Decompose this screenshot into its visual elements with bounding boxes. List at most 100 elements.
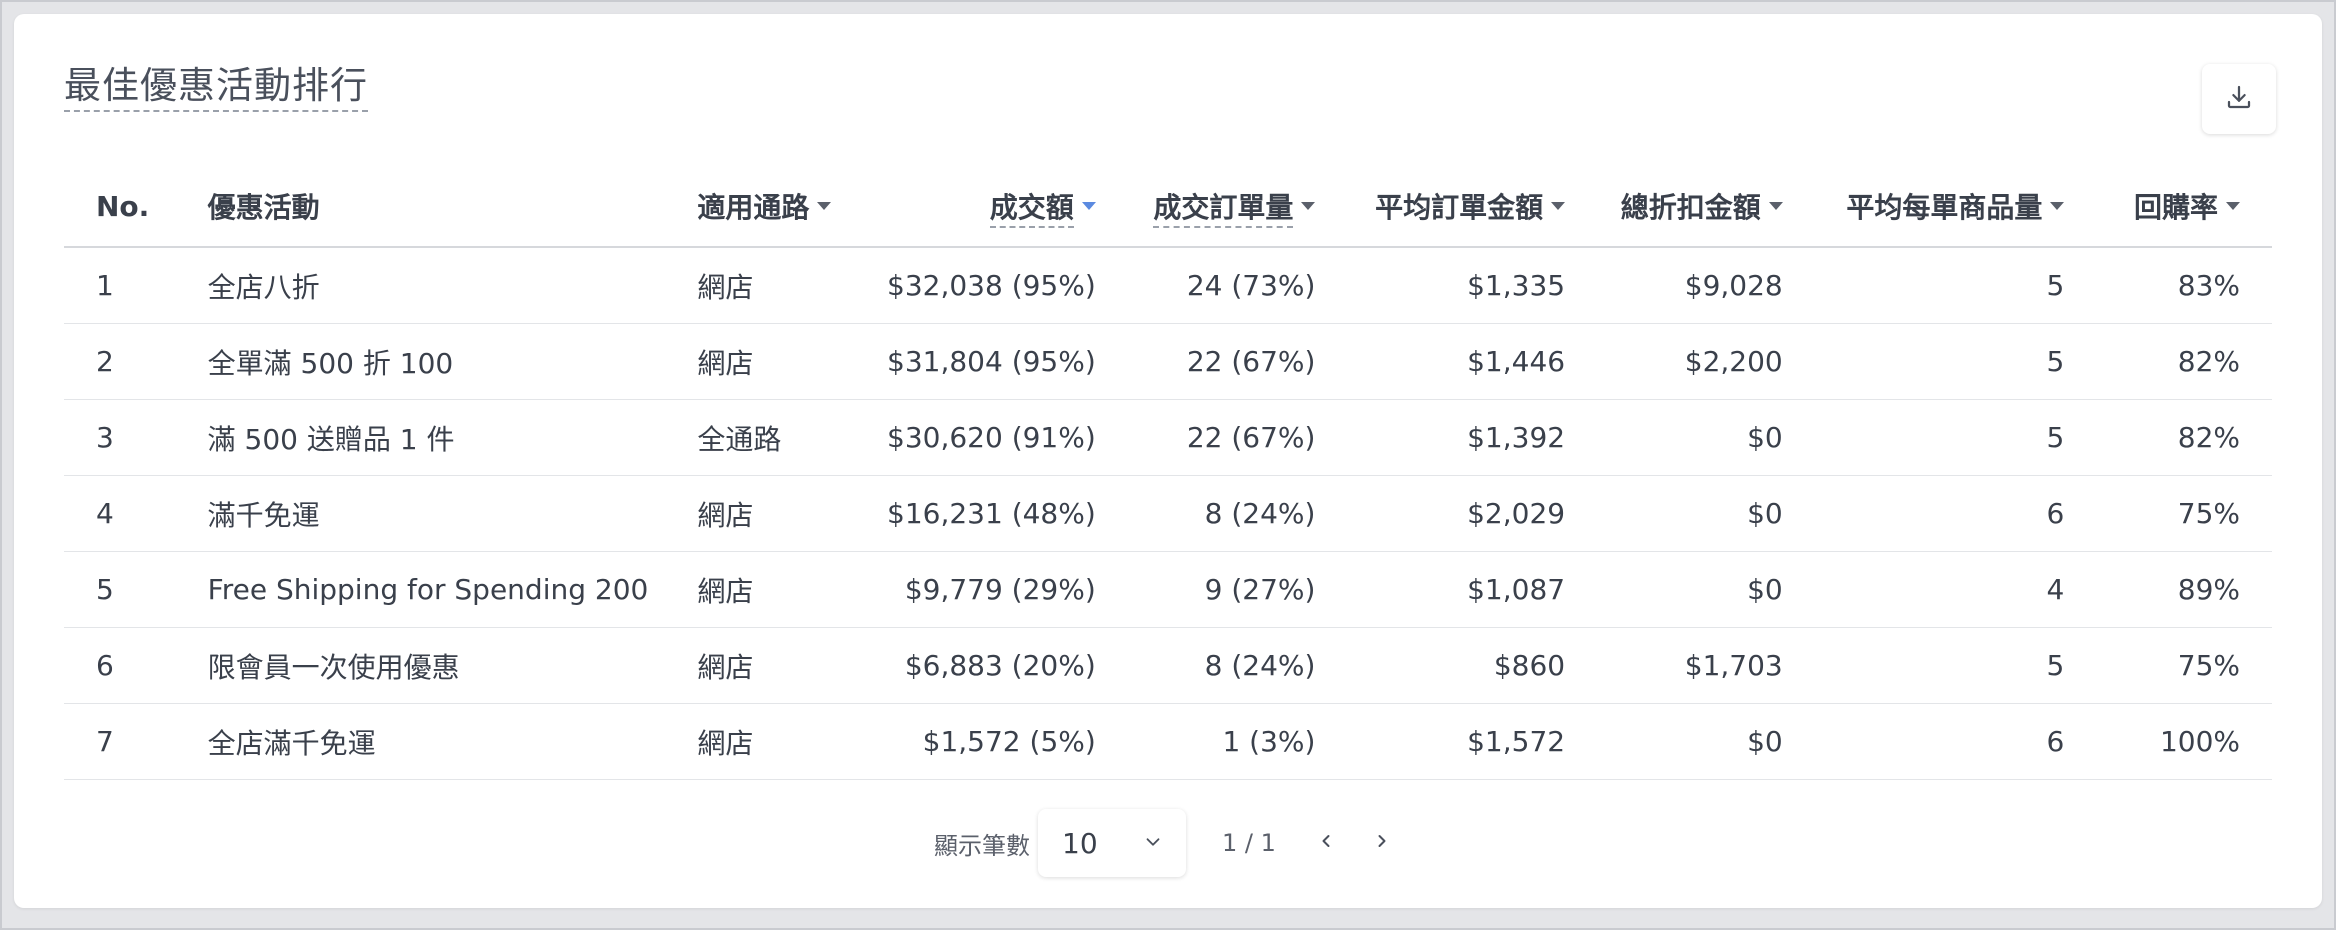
column-header-orders-label: 成交訂單量 bbox=[1153, 191, 1294, 228]
cell-discount: $0 bbox=[1565, 475, 1783, 552]
sort-caret-icon bbox=[2226, 202, 2240, 210]
chevron-right-icon bbox=[1372, 829, 1392, 857]
cell-repurchase: 75% bbox=[2064, 475, 2272, 552]
column-header-avg-order[interactable]: 平均訂單金額 bbox=[1315, 166, 1566, 248]
table-row: 7 全店滿千免運 網店 $1,572 (5%) 1 (3%) $1,572 $0… bbox=[64, 703, 2272, 780]
cell-orders: 8 (24%) bbox=[1095, 627, 1316, 704]
cell-no: 2 bbox=[64, 323, 208, 400]
download-icon bbox=[2224, 82, 2254, 116]
cell-channel: 網店 bbox=[697, 627, 887, 704]
sort-caret-icon bbox=[1551, 202, 1566, 210]
chevron-down-icon bbox=[1142, 827, 1164, 860]
cell-discount: $2,200 bbox=[1565, 323, 1783, 400]
cell-name: 滿 500 送贈品 1 件 bbox=[207, 399, 698, 476]
ranking-table: No. 優惠活動 適用通路 成交額 成交訂單量 平均訂單金額 總折扣金額 平均每… bbox=[64, 166, 2272, 780]
pagination: 顯示筆數 10 1 / 1 bbox=[934, 808, 1402, 878]
ranking-card: 最佳優惠活動排行 No. 優惠活動 適用通路 成交額 成交訂單量 平均訂單金額 … bbox=[14, 14, 2322, 908]
cell-discount: $9,028 bbox=[1565, 247, 1783, 324]
cell-avg-order: $860 bbox=[1315, 627, 1566, 704]
column-header-repurchase[interactable]: 回購率 bbox=[2064, 166, 2272, 248]
cell-avg-items: 5 bbox=[1782, 399, 2065, 476]
column-header-avg-order-label: 平均訂單金額 bbox=[1375, 191, 1544, 224]
next-page-button[interactable] bbox=[1362, 823, 1402, 863]
cell-name: 限會員一次使用優惠 bbox=[207, 627, 698, 704]
sort-caret-icon bbox=[1768, 202, 1783, 210]
cell-name: 全店八折 bbox=[207, 247, 698, 324]
column-header-avg-items-label: 平均每單商品量 bbox=[1846, 191, 2043, 224]
cell-avg-items: 4 bbox=[1782, 551, 2065, 628]
cell-orders: 8 (24%) bbox=[1095, 475, 1316, 552]
cell-repurchase: 82% bbox=[2064, 323, 2272, 400]
cell-no: 7 bbox=[64, 703, 208, 780]
cell-avg-order: $1,392 bbox=[1315, 399, 1566, 476]
cell-channel: 網店 bbox=[697, 703, 887, 780]
cell-orders: 22 (67%) bbox=[1095, 399, 1316, 476]
cell-repurchase: 83% bbox=[2064, 247, 2272, 324]
cell-revenue: $16,231 (48%) bbox=[887, 475, 1096, 552]
column-header-channel-label: 適用通路 bbox=[697, 191, 810, 224]
table-row: 2 全單滿 500 折 100 網店 $31,804 (95%) 22 (67%… bbox=[64, 323, 2272, 400]
cell-channel: 網店 bbox=[697, 323, 887, 400]
cell-channel: 網店 bbox=[697, 551, 887, 628]
cell-repurchase: 75% bbox=[2064, 627, 2272, 704]
cell-orders: 1 (3%) bbox=[1095, 703, 1316, 780]
cell-channel: 網店 bbox=[697, 475, 887, 552]
cell-avg-order: $1,572 bbox=[1315, 703, 1566, 780]
column-header-avg-items[interactable]: 平均每單商品量 bbox=[1782, 166, 2065, 248]
column-header-revenue-label: 成交額 bbox=[989, 191, 1074, 228]
cell-orders: 9 (27%) bbox=[1095, 551, 1316, 628]
cell-avg-items: 6 bbox=[1782, 475, 2065, 552]
cell-revenue: $9,779 (29%) bbox=[887, 551, 1096, 628]
table-row: 4 滿千免運 網店 $16,231 (48%) 8 (24%) $2,029 $… bbox=[64, 475, 2272, 552]
cell-revenue: $32,038 (95%) bbox=[887, 247, 1096, 324]
column-header-channel[interactable]: 適用通路 bbox=[697, 166, 887, 248]
cell-avg-items: 5 bbox=[1782, 247, 2065, 324]
cell-no: 4 bbox=[64, 475, 208, 552]
cell-discount: $0 bbox=[1565, 399, 1783, 476]
column-header-no: No. bbox=[64, 166, 208, 248]
download-button[interactable] bbox=[2202, 64, 2276, 134]
cell-discount: $1,703 bbox=[1565, 627, 1783, 704]
sort-caret-icon bbox=[1301, 202, 1316, 210]
cell-avg-order: $2,029 bbox=[1315, 475, 1566, 552]
table-row: 3 滿 500 送贈品 1 件 全通路 $30,620 (91%) 22 (67… bbox=[64, 399, 2272, 476]
column-header-discount[interactable]: 總折扣金額 bbox=[1565, 166, 1783, 248]
column-header-revenue[interactable]: 成交額 bbox=[887, 166, 1096, 248]
cell-avg-items: 5 bbox=[1782, 627, 2065, 704]
cell-no: 6 bbox=[64, 627, 208, 704]
table-row: 6 限會員一次使用優惠 網店 $6,883 (20%) 8 (24%) $860… bbox=[64, 627, 2272, 704]
previous-page-button[interactable] bbox=[1306, 823, 1346, 863]
column-header-repurchase-label: 回購率 bbox=[2133, 191, 2218, 224]
cell-avg-order: $1,087 bbox=[1315, 551, 1566, 628]
card-title: 最佳優惠活動排行 bbox=[64, 64, 368, 113]
page-size-select[interactable]: 10 bbox=[1038, 809, 1186, 877]
column-header-name-label: 優惠活動 bbox=[207, 191, 320, 224]
cell-no: 3 bbox=[64, 399, 208, 476]
cell-orders: 24 (73%) bbox=[1095, 247, 1316, 324]
cell-discount: $0 bbox=[1565, 703, 1783, 780]
cell-name: 全單滿 500 折 100 bbox=[207, 323, 698, 400]
cell-repurchase: 100% bbox=[2064, 703, 2272, 780]
sort-caret-active-icon bbox=[1081, 202, 1096, 210]
cell-channel: 網店 bbox=[697, 247, 887, 324]
sort-caret-icon bbox=[2050, 202, 2065, 210]
page-info: 1 / 1 bbox=[1222, 829, 1276, 857]
table-header-row: No. 優惠活動 適用通路 成交額 成交訂單量 平均訂單金額 總折扣金額 平均每… bbox=[64, 166, 2272, 248]
table-row: 1 全店八折 網店 $32,038 (95%) 24 (73%) $1,335 … bbox=[64, 247, 2272, 324]
column-header-name: 優惠活動 bbox=[207, 166, 698, 248]
table-row: 5 Free Shipping for Spending 200 網店 $9,7… bbox=[64, 551, 2272, 628]
cell-revenue: $30,620 (91%) bbox=[887, 399, 1096, 476]
cell-repurchase: 89% bbox=[2064, 551, 2272, 628]
cell-revenue: $31,804 (95%) bbox=[887, 323, 1096, 400]
column-header-orders[interactable]: 成交訂單量 bbox=[1095, 166, 1316, 248]
cell-channel: 全通路 bbox=[697, 399, 887, 476]
cell-revenue: $1,572 (5%) bbox=[887, 703, 1096, 780]
cell-avg-items: 5 bbox=[1782, 323, 2065, 400]
cell-no: 5 bbox=[64, 551, 208, 628]
cell-orders: 22 (67%) bbox=[1095, 323, 1316, 400]
cell-name: 全店滿千免運 bbox=[207, 703, 698, 780]
cell-avg-order: $1,335 bbox=[1315, 247, 1566, 324]
cell-name: 滿千免運 bbox=[207, 475, 698, 552]
page-size-value: 10 bbox=[1062, 826, 1098, 860]
column-header-no-label: No. bbox=[96, 189, 150, 223]
